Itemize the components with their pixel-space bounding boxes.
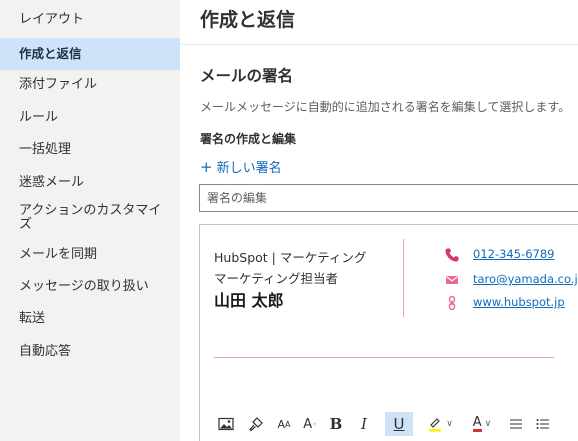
signature-email-link[interactable]: taro@yamada.co.jp bbox=[473, 272, 578, 286]
section-title: メールの署名 bbox=[200, 67, 294, 85]
new-signature-button[interactable]: + 新しい署名 bbox=[200, 157, 282, 176]
chevron-down-icon: ∨ bbox=[484, 419, 492, 429]
sidebar-item-message-handling[interactable]: メッセージの取り扱い bbox=[0, 279, 180, 295]
insert-picture-icon[interactable] bbox=[214, 412, 238, 436]
header-divider bbox=[180, 44, 578, 45]
sidebar-item-customize-actions[interactable]: アクションのカスタマイズ bbox=[0, 204, 165, 232]
signature-vertical-divider bbox=[403, 239, 404, 317]
sidebar-item-rules[interactable]: ルール bbox=[0, 110, 180, 126]
settings-main-pane: 作成と返信 メールの署名 メールメッセージに自動的に追加される署名を編集して選択… bbox=[180, 0, 578, 441]
sidebar-item-attachments[interactable]: 添付ファイル bbox=[0, 77, 180, 93]
sidebar-item-auto-reply[interactable]: 自動応答 bbox=[0, 344, 180, 360]
subheading: 署名の作成と編集 bbox=[200, 132, 297, 146]
font-size-glyph: A bbox=[277, 417, 286, 431]
align-icon[interactable] bbox=[505, 412, 527, 436]
plus-icon: + bbox=[200, 158, 213, 176]
font-size-icon[interactable]: AA bbox=[272, 412, 296, 436]
settings-sidebar: レイアウト 作成と返信 添付ファイル ルール 一括処理 迷惑メール アクションの… bbox=[0, 0, 180, 441]
link-icon bbox=[448, 295, 456, 311]
signature-website-link[interactable]: www.hubspot.jp bbox=[473, 295, 565, 309]
sidebar-item-junk[interactable]: 迷惑メール bbox=[0, 175, 180, 191]
section-description: メールメッセージに自動的に追加される署名を編集して選択します。 bbox=[200, 100, 571, 114]
sidebar-item-layout[interactable]: レイアウト bbox=[0, 12, 180, 28]
signature-company: HubSpot | マーケティング bbox=[214, 250, 367, 265]
font-color-glyph: A bbox=[472, 415, 482, 432]
signature-role: マーケティング担当者 bbox=[214, 271, 339, 286]
bullet-list-icon[interactable] bbox=[532, 412, 554, 436]
highlight-color-button[interactable]: ∨ bbox=[422, 412, 458, 436]
text-effects-icon[interactable]: A ◦ bbox=[298, 412, 322, 436]
sidebar-item-forwarding[interactable]: 転送 bbox=[0, 311, 180, 327]
bold-button[interactable]: B bbox=[324, 412, 348, 436]
chevron-down-icon: ∨ bbox=[446, 419, 453, 429]
signature-name: 山田 太郎 bbox=[214, 291, 284, 310]
signature-editor[interactable]: HubSpot | マーケティング マーケティング担当者 山田 太郎 012-3… bbox=[199, 224, 578, 441]
new-signature-label: 新しい署名 bbox=[216, 161, 282, 176]
mail-icon bbox=[446, 276, 458, 284]
formatting-toolbar: AA A ◦ B I U ∨ A ∨ bbox=[200, 409, 578, 439]
signature-phone-link[interactable]: 012-345-6789 bbox=[473, 247, 554, 261]
phone-icon bbox=[445, 248, 459, 262]
italic-button[interactable]: I bbox=[352, 412, 376, 436]
format-painter-icon[interactable] bbox=[244, 412, 268, 436]
page-title: 作成と返信 bbox=[200, 9, 296, 31]
sidebar-item-sync-email[interactable]: メールを同期 bbox=[0, 247, 180, 263]
signature-horizontal-divider bbox=[214, 357, 554, 358]
sidebar-item-sweep[interactable]: 一括処理 bbox=[0, 142, 180, 158]
font-color-button[interactable]: A ∨ bbox=[464, 412, 500, 436]
underline-button[interactable]: U bbox=[385, 412, 413, 436]
sidebar-item-compose-reply[interactable]: 作成と返信 bbox=[0, 38, 180, 70]
signature-name-input[interactable] bbox=[199, 184, 578, 212]
highlighter-icon bbox=[429, 418, 442, 432]
